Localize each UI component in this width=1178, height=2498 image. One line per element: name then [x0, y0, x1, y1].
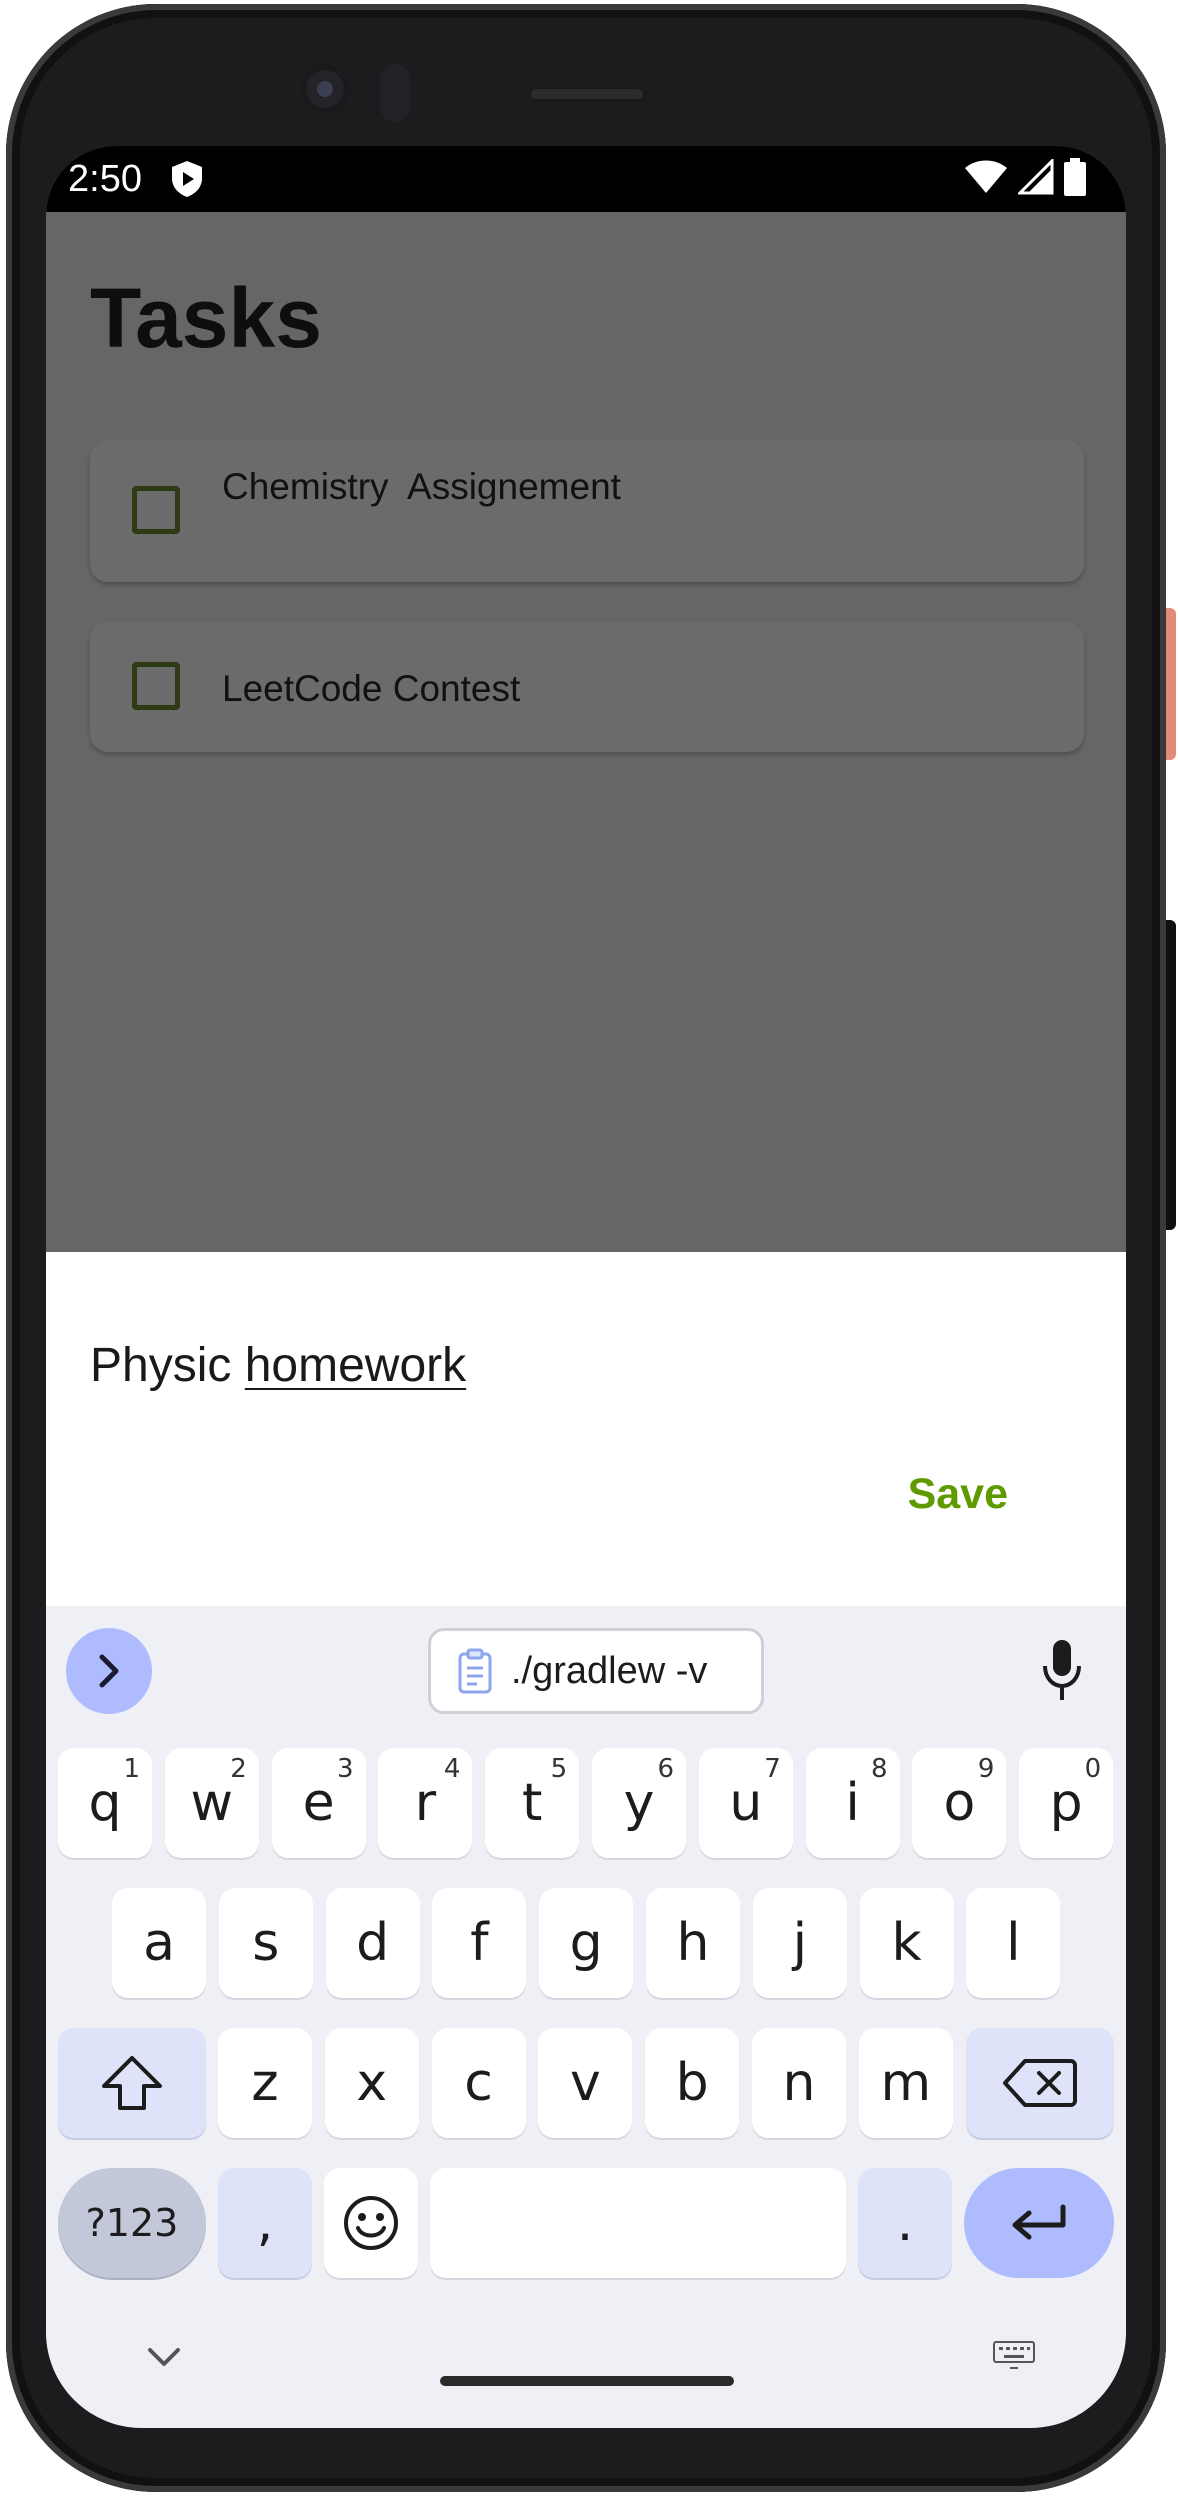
input-text: Physic: [90, 1339, 245, 1392]
key-label: w: [190, 1773, 234, 1833]
add-task-sheet: Physic homework Save: [46, 1252, 1126, 1606]
key-a[interactable]: a: [112, 1888, 206, 1998]
save-button[interactable]: Save: [908, 1470, 1008, 1519]
toolbar-expand-button[interactable]: [66, 1628, 152, 1714]
symbols-key[interactable]: ?123: [58, 2168, 206, 2278]
earpiece-speaker: [528, 86, 646, 102]
task-input[interactable]: Physic homework: [90, 1338, 466, 1393]
signal-icon: [1018, 159, 1054, 195]
key-u[interactable]: u7: [698, 1748, 793, 1858]
home-indicator[interactable]: [440, 2376, 734, 2386]
key-hint-digit: 4: [443, 1754, 461, 1784]
key-hint-digit: 9: [977, 1754, 995, 1784]
enter-icon: [1012, 2204, 1066, 2240]
emoji-key[interactable]: [324, 2168, 418, 2278]
microphone-icon[interactable]: [1040, 1638, 1084, 1704]
chevron-right-icon: [99, 1654, 119, 1688]
space-key[interactable]: [430, 2168, 846, 2278]
key-label: t: [521, 1773, 543, 1833]
clipboard-text: ./gradlew -v: [511, 1649, 708, 1692]
key-hint-digit: 1: [123, 1754, 140, 1784]
key-o[interactable]: o9: [912, 1748, 1007, 1858]
key-d[interactable]: d: [325, 1888, 420, 1998]
hide-keyboard-icon[interactable]: [146, 2346, 182, 2368]
key-i[interactable]: i8: [805, 1748, 900, 1858]
key-g[interactable]: g: [539, 1888, 634, 1998]
key-z[interactable]: z: [218, 2028, 312, 2138]
task-label: Chemistry Assignement: [222, 466, 621, 507]
key-hint-digit: 3: [337, 1754, 354, 1784]
key-hint-digit: 0: [1084, 1754, 1102, 1784]
key-v[interactable]: v: [538, 2028, 633, 2138]
key-hint-digit: 2: [230, 1754, 247, 1784]
screen: 2:50 Tasks Chemistry Assignement LeetCod…: [46, 146, 1126, 2428]
key-m[interactable]: m: [858, 2028, 953, 2138]
key-c[interactable]: c: [431, 2028, 526, 2138]
power-button: [1166, 608, 1176, 760]
key-label: u: [729, 1773, 763, 1833]
key-r[interactable]: r4: [378, 1748, 473, 1858]
soft-keyboard: ./gradlew -v q1w2e3r4t5y6u7i8o9p0 asdfgh…: [46, 1606, 1126, 2428]
task-label: LeetCode Contest: [222, 668, 521, 709]
clipboard-suggestion[interactable]: ./gradlew -v: [428, 1628, 764, 1714]
clipboard-icon: [458, 1648, 492, 1694]
proximity-sensor: [380, 64, 410, 122]
task-card[interactable]: LeetCode Contest: [90, 622, 1084, 752]
enter-key[interactable]: [964, 2168, 1114, 2278]
emoji-icon: [344, 2196, 398, 2250]
key-k[interactable]: k: [859, 1888, 954, 1998]
volume-button: [1166, 920, 1176, 1230]
key-hint-digit: 8: [871, 1754, 888, 1784]
period-key[interactable]: .: [858, 2168, 952, 2278]
shift-icon: [102, 2056, 162, 2110]
key-hint-digit: 5: [550, 1754, 568, 1784]
key-s[interactable]: s: [218, 1888, 313, 1998]
key-p[interactable]: p0: [1019, 1748, 1114, 1858]
composing-word: homework: [244, 1339, 467, 1392]
tasks-screen: Tasks Chemistry Assignement LeetCode Con…: [46, 212, 1126, 1252]
key-b[interactable]: b: [645, 2028, 740, 2138]
task-checkbox[interactable]: [132, 486, 180, 534]
key-t[interactable]: t5: [485, 1748, 580, 1858]
key-hint-digit: 7: [764, 1754, 781, 1784]
task-card[interactable]: Chemistry Assignement: [90, 440, 1084, 582]
status-bar: 2:50: [46, 146, 1126, 212]
task-checkbox[interactable]: [132, 662, 180, 710]
key-n[interactable]: n: [752, 2028, 846, 2138]
key-label: y: [623, 1773, 655, 1833]
key-label: e: [302, 1773, 335, 1833]
front-camera: [300, 64, 350, 114]
key-l[interactable]: l: [966, 1888, 1061, 1998]
key-label: o: [943, 1773, 976, 1833]
key-label: q: [88, 1773, 122, 1833]
key-x[interactable]: x: [324, 2028, 419, 2138]
status-time: 2:50: [68, 158, 142, 200]
keyboard-switch-icon[interactable]: [992, 2340, 1036, 2372]
key-y[interactable]: y6: [592, 1748, 686, 1858]
key-label: i: [845, 1773, 860, 1833]
key-j[interactable]: j: [752, 1888, 847, 1998]
shift-key[interactable]: [58, 2028, 206, 2138]
key-f[interactable]: f: [432, 1888, 527, 1998]
suggestion-strip: ./gradlew -v: [46, 1606, 1126, 1740]
key-hint-digit: 6: [657, 1754, 674, 1784]
status-icons: [964, 158, 1086, 196]
key-e[interactable]: e3: [271, 1748, 366, 1858]
backspace-key[interactable]: [966, 2028, 1114, 2138]
wifi-icon: [965, 160, 1007, 193]
shield-icon: [172, 161, 202, 197]
page-title: Tasks: [90, 271, 322, 365]
battery-icon: [1064, 158, 1086, 196]
key-label: p: [1049, 1773, 1083, 1833]
key-q[interactable]: q1: [58, 1748, 152, 1858]
key-h[interactable]: h: [646, 1888, 740, 1998]
key-w[interactable]: w2: [164, 1748, 259, 1858]
key-label: r: [414, 1773, 437, 1833]
backspace-icon: [1003, 2059, 1077, 2107]
comma-key[interactable]: ,: [218, 2168, 312, 2278]
